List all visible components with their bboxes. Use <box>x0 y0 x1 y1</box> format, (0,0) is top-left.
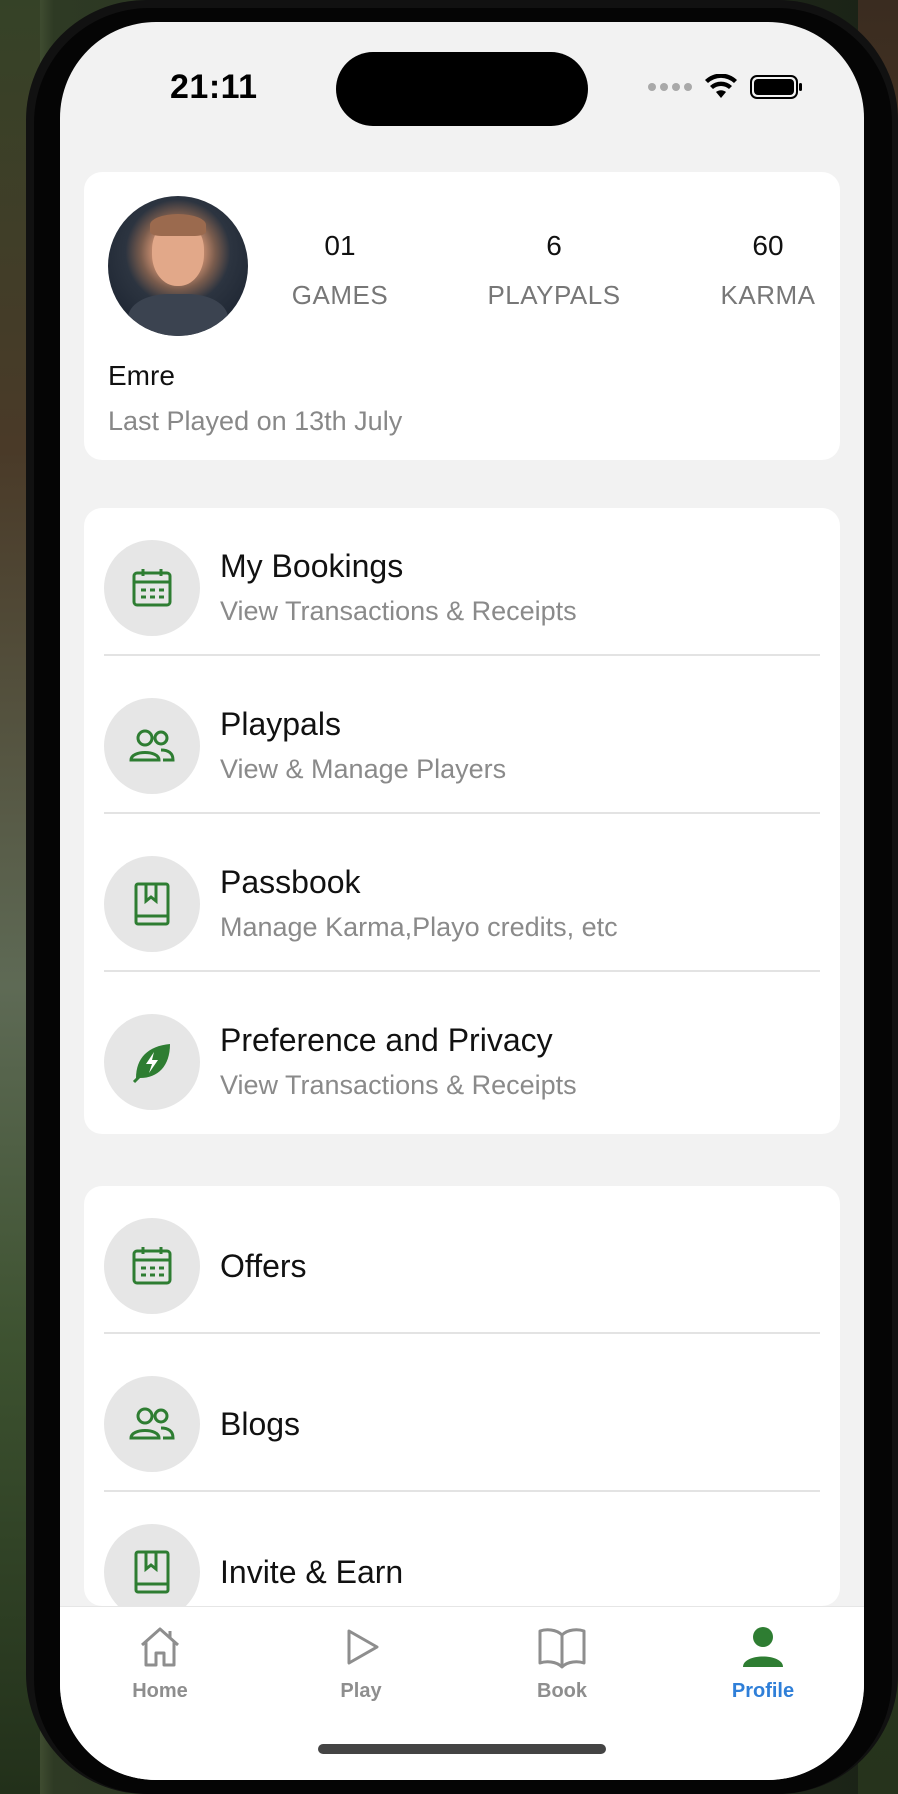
menu-item-passbook[interactable]: Passbook Manage Karma,Playo credits, etc <box>84 824 840 982</box>
stat-playpals[interactable]: 6 PLAYPALS <box>487 230 620 311</box>
menu-item-subtitle: View Transactions & Receipts <box>220 596 577 626</box>
stat-label: GAMES <box>291 280 389 310</box>
last-played-text: Last Played on 13th July <box>108 406 403 436</box>
menu-item-blogs[interactable]: Blogs <box>84 1344 840 1502</box>
stat-label: KARMA <box>720 280 816 310</box>
tab-profile[interactable]: Profile <box>703 1623 823 1703</box>
open-book-icon <box>538 1628 586 1669</box>
menu-item-title: Offers <box>220 1248 307 1284</box>
account-menu-card: My Bookings View Transactions & Receipts… <box>84 508 840 1134</box>
menu-item-title: Preference and Privacy <box>220 1022 553 1058</box>
calendar-icon <box>104 1218 200 1314</box>
dynamic-island <box>336 52 588 126</box>
signal-dots-icon <box>648 83 692 91</box>
calendar-icon <box>104 540 200 636</box>
divider <box>104 812 820 814</box>
home-icon <box>141 1627 179 1667</box>
tab-home[interactable]: Home <box>100 1623 220 1703</box>
misc-menu-card: Offers Blogs Invite & Earn <box>84 1186 840 1620</box>
tab-play[interactable]: Play <box>301 1623 421 1703</box>
menu-item-preference-privacy[interactable]: Preference and Privacy View Transactions… <box>84 982 840 1140</box>
menu-item-title: Blogs <box>220 1406 301 1442</box>
leaf-bolt-icon <box>104 1014 200 1110</box>
wifi-icon <box>705 74 737 98</box>
stat-games[interactable]: 01 GAMES <box>292 230 388 311</box>
people-icon <box>104 698 200 794</box>
menu-item-offers[interactable]: Offers <box>84 1186 840 1344</box>
menu-item-subtitle: View & Manage Players <box>220 754 507 784</box>
app-screen: 21:11 01 GAMES 6 PLAYPALS 60 KARMA Emre … <box>60 22 864 1780</box>
tab-label: Profile <box>731 1680 795 1702</box>
tab-label: Book <box>537 1680 587 1702</box>
stat-value: 60 <box>752 230 784 261</box>
status-time: 21:11 <box>170 68 258 106</box>
menu-item-subtitle: View Transactions & Receipts <box>220 1070 577 1100</box>
battery-icon <box>750 75 802 99</box>
person-icon <box>743 1627 783 1667</box>
tab-book[interactable]: Book <box>502 1623 622 1703</box>
menu-item-title: Playpals <box>220 706 341 742</box>
people-icon <box>104 1376 200 1472</box>
status-icons <box>648 74 804 100</box>
divider <box>104 970 820 972</box>
profile-card[interactable]: 01 GAMES 6 PLAYPALS 60 KARMA Emre Last P… <box>84 172 840 460</box>
home-indicator[interactable] <box>318 1744 606 1754</box>
tab-label: Home <box>132 1680 188 1702</box>
menu-item-title: Invite & Earn <box>220 1554 404 1590</box>
avatar[interactable] <box>108 196 248 336</box>
menu-item-subtitle: Manage Karma,Playo credits, etc <box>220 912 618 942</box>
menu-item-playpals[interactable]: Playpals View & Manage Players <box>84 666 840 824</box>
divider <box>104 654 820 656</box>
stat-value: 6 <box>546 230 562 261</box>
stat-value: 01 <box>324 230 356 261</box>
divider <box>104 1332 820 1334</box>
menu-item-my-bookings[interactable]: My Bookings View Transactions & Receipts <box>84 508 840 666</box>
stat-karma[interactable]: 60 KARMA <box>721 230 816 311</box>
stat-label: PLAYPALS <box>487 280 621 310</box>
book-icon <box>104 856 200 952</box>
profile-name: Emre <box>108 360 175 391</box>
menu-item-title: My Bookings <box>220 548 404 584</box>
menu-item-title: Passbook <box>220 864 361 900</box>
play-icon <box>347 1629 379 1665</box>
tab-label: Play <box>340 1680 382 1702</box>
